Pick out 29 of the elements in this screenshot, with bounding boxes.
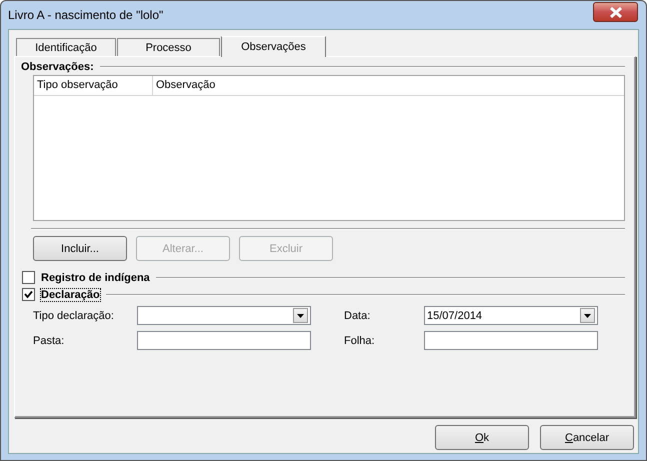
action-button[interactable]: Incluir... [33,236,127,261]
window-title: Livro A - nascimento de "lolo" [8,8,164,22]
close-icon [608,6,622,18]
input-field[interactable] [424,331,598,350]
dropdown-field[interactable]: 15/07/2014 [424,306,598,325]
column-header[interactable]: Tipo observação [34,76,153,95]
dialog-button[interactable]: Cancelar [540,425,634,450]
dropdown-arrow-icon [584,314,591,318]
section-title: Observações: [21,61,94,73]
tab[interactable]: Identificação [16,38,116,56]
field-label: Tipo declaração: [33,310,115,322]
dropdown-arrow-icon [297,314,304,318]
close-button[interactable] [593,2,638,22]
input-field[interactable] [137,331,311,350]
observation-list[interactable]: Tipo observação Observação [33,75,625,221]
checkbox[interactable] [22,271,35,284]
tab[interactable]: Observações [221,36,326,57]
checkmark-icon [24,290,33,299]
tab[interactable]: Processo [117,38,220,56]
checkbox-label: Declaração [41,288,100,300]
dialog-button[interactable]: Ok [435,425,529,450]
dropdown-field[interactable] [137,306,311,325]
field-label: Pasta: [33,334,66,346]
field-label: Data: [344,310,372,322]
checkbox[interactable] [22,288,35,301]
column-header[interactable]: Observação [153,76,624,95]
checkbox-label: Registro de indígena [41,272,150,284]
field-label: Folha: [344,334,376,346]
field-value: 15/07/2014 [427,310,482,322]
